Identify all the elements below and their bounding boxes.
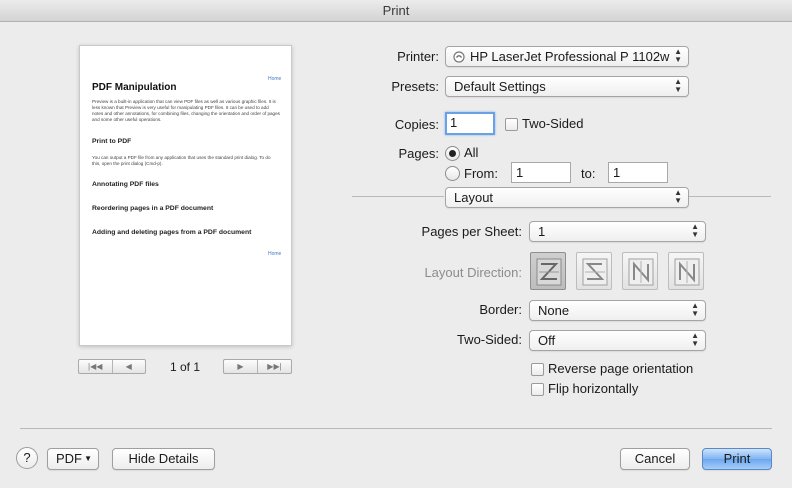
pages-per-sheet-select[interactable]: 1 ▲ ▼ xyxy=(529,221,706,242)
printer-value: HP LaserJet Professional P 1102w xyxy=(470,49,670,64)
n-direction-icon xyxy=(674,258,700,286)
two-sided-checkbox[interactable] xyxy=(505,118,518,131)
preview-section-title: Reordering pages in a PDF document xyxy=(92,205,214,212)
preview-home-link: Home xyxy=(268,251,282,257)
pager-forward-group: ▶ ▶▶| xyxy=(223,359,292,374)
print-button[interactable]: Print xyxy=(702,448,772,470)
preview-intro-text: Preview is a built-in application that c… xyxy=(92,99,280,122)
next-page-icon: ▶ xyxy=(237,362,244,371)
two-sided-checkbox-label: Two-Sided xyxy=(522,116,584,131)
hide-details-button[interactable]: Hide Details xyxy=(112,448,215,470)
popup-arrows-icon: ▲ ▼ xyxy=(674,77,682,94)
first-page-button[interactable]: |◀◀ xyxy=(79,360,112,373)
page-count: 1 of 1 xyxy=(169,360,201,374)
preview-home-link: Home xyxy=(268,76,282,82)
print-section-value: Layout xyxy=(454,190,494,205)
divider xyxy=(352,196,444,197)
pages-all-label: All xyxy=(464,145,479,160)
divider xyxy=(689,196,771,197)
layout-direction-n-reverse-button[interactable] xyxy=(622,252,658,290)
presets-value: Default Settings xyxy=(454,79,546,94)
presets-select[interactable]: Default Settings ▲ ▼ xyxy=(445,76,689,97)
presets-label: Presets: xyxy=(391,79,439,94)
s-direction-icon xyxy=(582,258,608,286)
print-dialog: Print Home PDF Manipulation Preview is a… xyxy=(0,0,792,488)
copies-label: Copies: xyxy=(394,117,439,132)
preview-section-title: Annotating PDF files xyxy=(92,181,159,188)
preview-section-text: You can output a PDF file from any appli… xyxy=(92,155,271,166)
layout-two-sided-value: Off xyxy=(538,333,556,348)
pages-to-label: to: xyxy=(581,166,596,181)
flip-horizontally-label: Flip horizontally xyxy=(548,381,639,396)
help-icon: ? xyxy=(23,450,31,465)
layout-direction-n-button[interactable] xyxy=(668,252,704,290)
footer-divider xyxy=(20,428,772,429)
layout-two-sided-select[interactable]: Off ▲ ▼ xyxy=(529,330,706,351)
preview-doc-title: PDF Manipulation xyxy=(92,82,177,93)
pages-to-field[interactable]: 1 xyxy=(608,162,668,183)
popup-arrows-icon: ▲ ▼ xyxy=(674,188,682,205)
last-page-button[interactable]: ▶▶| xyxy=(257,360,291,373)
pages-from-radio[interactable] xyxy=(445,166,460,181)
pages-from-label: From: xyxy=(464,166,498,181)
print-section-select[interactable]: Layout ▲ ▼ xyxy=(445,187,689,208)
pages-per-sheet-label: Pages per Sheet: xyxy=(421,224,522,239)
window-title: Print xyxy=(0,0,792,22)
border-select[interactable]: None ▲ ▼ xyxy=(529,300,706,321)
popup-arrows-icon: ▲ ▼ xyxy=(691,301,699,318)
layout-direction-z-button[interactable] xyxy=(530,252,566,290)
previous-page-button[interactable]: ◀ xyxy=(111,360,146,373)
z-direction-icon xyxy=(536,258,562,286)
help-button[interactable]: ? xyxy=(16,447,38,469)
n-reverse-direction-icon xyxy=(628,258,654,286)
copies-field[interactable]: 1 xyxy=(445,112,495,135)
previous-page-icon: ◀ xyxy=(125,362,132,371)
popup-arrows-icon: ▲ ▼ xyxy=(674,47,682,64)
pdf-button-label: PDF xyxy=(56,451,82,466)
popup-arrows-icon: ▲ ▼ xyxy=(691,222,699,239)
pages-label: Pages: xyxy=(398,146,439,161)
border-value: None xyxy=(538,303,570,318)
printer-select[interactable]: HP LaserJet Professional P 1102w ▲ ▼ xyxy=(445,46,689,67)
flip-horizontally-checkbox[interactable] xyxy=(531,383,544,396)
layout-direction-s-button[interactable] xyxy=(576,252,612,290)
last-page-icon: ▶▶| xyxy=(267,362,282,371)
pages-from-field[interactable]: 1 xyxy=(511,162,571,183)
pages-all-radio[interactable] xyxy=(445,146,460,161)
printer-status-icon xyxy=(453,51,465,63)
layout-direction-label: Layout Direction: xyxy=(424,265,522,280)
page-preview: Home PDF Manipulation Preview is a built… xyxy=(79,45,292,346)
pdf-menu-button[interactable]: PDF ▼ xyxy=(47,448,99,470)
popup-arrows-icon: ▲ ▼ xyxy=(691,331,699,348)
pager-back-group: |◀◀ ◀ xyxy=(78,359,146,374)
reverse-orientation-label: Reverse page orientation xyxy=(548,361,694,376)
chevron-down-icon: ▼ xyxy=(84,454,92,463)
layout-two-sided-label: Two-Sided: xyxy=(456,332,522,347)
reverse-orientation-checkbox[interactable] xyxy=(531,363,544,376)
preview-section-title: Adding and deleting pages from a PDF doc… xyxy=(92,229,252,236)
printer-label: Printer: xyxy=(397,49,439,64)
border-label: Border: xyxy=(479,302,522,317)
next-page-button[interactable]: ▶ xyxy=(224,360,257,373)
preview-section-title: Print to PDF xyxy=(92,138,132,145)
first-page-icon: |◀◀ xyxy=(88,362,103,371)
cancel-button[interactable]: Cancel xyxy=(620,448,690,470)
pages-per-sheet-value: 1 xyxy=(538,224,546,239)
